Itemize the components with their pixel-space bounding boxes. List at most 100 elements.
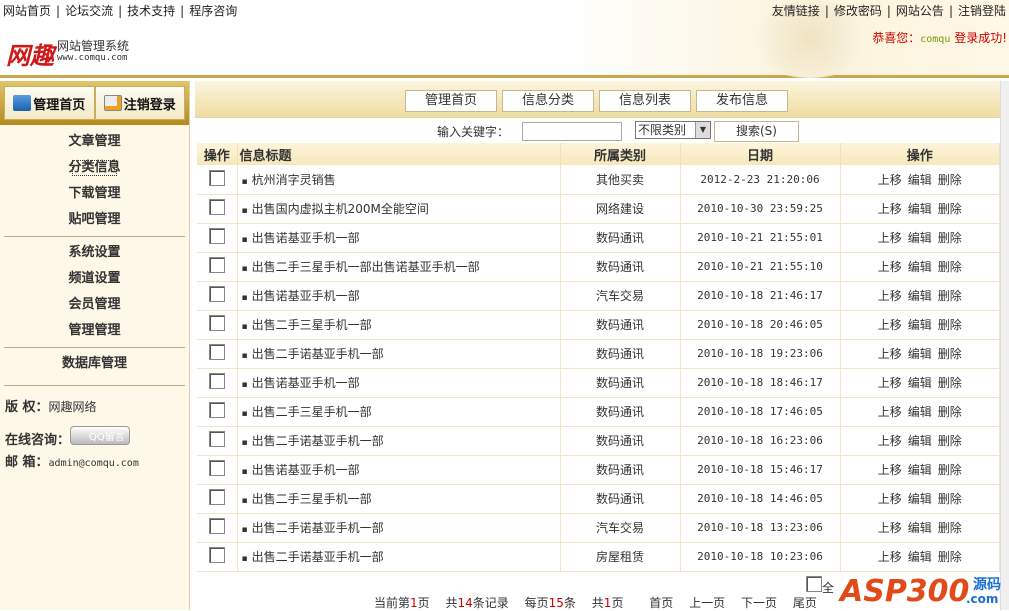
top-link[interactable]: 技术支持 [127, 4, 175, 18]
last-page-link[interactable]: 尾页 [793, 596, 817, 610]
edit-link[interactable]: 编辑 [908, 492, 932, 506]
delete-link[interactable]: 删除 [938, 260, 962, 274]
select-all-checkbox[interactable] [806, 576, 822, 592]
edit-link[interactable]: 编辑 [908, 202, 932, 216]
first-page-link[interactable]: 首页 [649, 596, 673, 610]
keyword-input[interactable] [522, 122, 622, 141]
prev-page-link[interactable]: 上一页 [689, 596, 725, 610]
delete-link[interactable]: 删除 [938, 521, 962, 535]
edit-link[interactable]: 编辑 [908, 347, 932, 361]
move-up-link[interactable]: 上移 [878, 434, 902, 448]
row-title-link[interactable]: 出售国内虚拟主机200M全能空间 [252, 202, 429, 216]
chevron-down-icon[interactable]: ▼ [695, 122, 710, 138]
row-checkbox[interactable] [208, 199, 225, 215]
nav-button[interactable]: 发布信息 [696, 90, 788, 112]
edit-link[interactable]: 编辑 [908, 260, 932, 274]
sidebar-item[interactable]: 分类信息 [67, 155, 121, 181]
row-title-link[interactable]: 出售二手诺基亚手机一部 [252, 550, 384, 564]
nav-button[interactable]: 管理首页 [405, 90, 497, 112]
edit-link[interactable]: 编辑 [908, 521, 932, 535]
row-checkbox[interactable] [208, 489, 225, 505]
top-link[interactable]: 注销登陆 [958, 4, 1006, 18]
delete-link[interactable]: 删除 [938, 202, 962, 216]
sidebar-item[interactable]: 贴吧管理 [0, 207, 189, 233]
scrollbar[interactable] [1000, 81, 1009, 610]
sidebar-item[interactable]: 频道设置 [0, 266, 189, 292]
edit-link[interactable]: 编辑 [908, 434, 932, 448]
move-up-link[interactable]: 上移 [878, 318, 902, 332]
edit-link[interactable]: 编辑 [908, 405, 932, 419]
admin-home-button[interactable]: 管理首页 [4, 86, 95, 120]
sidebar-item[interactable]: 文章管理 [0, 129, 189, 155]
edit-link[interactable]: 编辑 [908, 376, 932, 390]
move-up-link[interactable]: 上移 [878, 463, 902, 477]
row-title-link[interactable]: 出售诺基亚手机一部 [252, 231, 360, 245]
sidebar-item[interactable]: 系统设置 [0, 240, 189, 266]
move-up-link[interactable]: 上移 [878, 260, 902, 274]
row-title-link[interactable]: 出售二手诺基亚手机一部 [252, 521, 384, 535]
delete-link[interactable]: 删除 [938, 492, 962, 506]
top-link[interactable]: 友情链接 [772, 4, 820, 18]
row-title-link[interactable]: 出售二手三星手机一部出售诺基亚手机一部 [252, 260, 480, 274]
delete-link[interactable]: 删除 [938, 347, 962, 361]
row-checkbox[interactable] [208, 344, 225, 360]
sidebar-item[interactable]: 会员管理 [0, 292, 189, 318]
delete-link[interactable]: 删除 [938, 405, 962, 419]
search-button[interactable]: 搜索(S) [714, 121, 799, 142]
edit-link[interactable]: 编辑 [908, 463, 932, 477]
top-link[interactable]: 程序咨询 [189, 4, 237, 18]
top-link[interactable]: 论坛交流 [65, 4, 113, 18]
move-up-link[interactable]: 上移 [878, 521, 902, 535]
row-checkbox[interactable] [208, 402, 225, 418]
nav-button[interactable]: 信息分类 [502, 90, 594, 112]
row-checkbox[interactable] [208, 460, 225, 476]
edit-link[interactable]: 编辑 [908, 318, 932, 332]
edit-link[interactable]: 编辑 [908, 231, 932, 245]
row-checkbox[interactable] [208, 373, 225, 389]
move-up-link[interactable]: 上移 [878, 202, 902, 216]
logout-button[interactable]: 注销登录 [94, 86, 185, 120]
row-checkbox[interactable] [208, 228, 225, 244]
row-checkbox[interactable] [208, 547, 225, 563]
row-title-link[interactable]: 出售二手诺基亚手机一部 [252, 347, 384, 361]
move-up-link[interactable]: 上移 [878, 173, 902, 187]
row-title-link[interactable]: 出售二手三星手机一部 [252, 318, 372, 332]
edit-link[interactable]: 编辑 [908, 289, 932, 303]
delete-link[interactable]: 删除 [938, 434, 962, 448]
top-link[interactable]: 修改密码 [834, 4, 882, 18]
top-link[interactable]: 网站首页 [3, 4, 51, 18]
sidebar-item[interactable]: 管理管理 [0, 318, 189, 344]
sidebar-item[interactable]: 下载管理 [0, 181, 189, 207]
row-title-link[interactable]: 出售诺基亚手机一部 [252, 376, 360, 390]
row-checkbox[interactable] [208, 431, 225, 447]
move-up-link[interactable]: 上移 [878, 231, 902, 245]
row-title-link[interactable]: 出售诺基亚手机一部 [252, 463, 360, 477]
row-title-link[interactable]: 出售诺基亚手机一部 [252, 289, 360, 303]
move-up-link[interactable]: 上移 [878, 347, 902, 361]
row-checkbox[interactable] [208, 257, 225, 273]
row-title-link[interactable]: 出售二手三星手机一部 [252, 492, 372, 506]
select-all[interactable]: 全 [806, 576, 834, 596]
next-page-link[interactable]: 下一页 [741, 596, 777, 610]
qq-message-button[interactable]: QQ留言 [70, 426, 130, 445]
delete-link[interactable]: 删除 [938, 289, 962, 303]
edit-link[interactable]: 编辑 [908, 173, 932, 187]
row-checkbox[interactable] [208, 518, 225, 534]
row-title-link[interactable]: 杭州消字灵销售 [252, 173, 336, 187]
delete-link[interactable]: 删除 [938, 231, 962, 245]
row-checkbox[interactable] [208, 169, 225, 186]
move-up-link[interactable]: 上移 [878, 492, 902, 506]
delete-link[interactable]: 删除 [938, 173, 962, 187]
row-checkbox[interactable] [208, 315, 225, 331]
row-title-link[interactable]: 出售二手三星手机一部 [252, 405, 372, 419]
top-link[interactable]: 网站公告 [896, 4, 944, 18]
delete-link[interactable]: 删除 [938, 376, 962, 390]
nav-button[interactable]: 信息列表 [599, 90, 691, 112]
row-checkbox[interactable] [208, 286, 225, 302]
move-up-link[interactable]: 上移 [878, 376, 902, 390]
sidebar-item[interactable]: 数据库管理 [0, 351, 189, 377]
category-select[interactable]: 不限类别 ▼ [635, 121, 711, 139]
move-up-link[interactable]: 上移 [878, 405, 902, 419]
delete-link[interactable]: 删除 [938, 463, 962, 477]
delete-link[interactable]: 删除 [938, 318, 962, 332]
